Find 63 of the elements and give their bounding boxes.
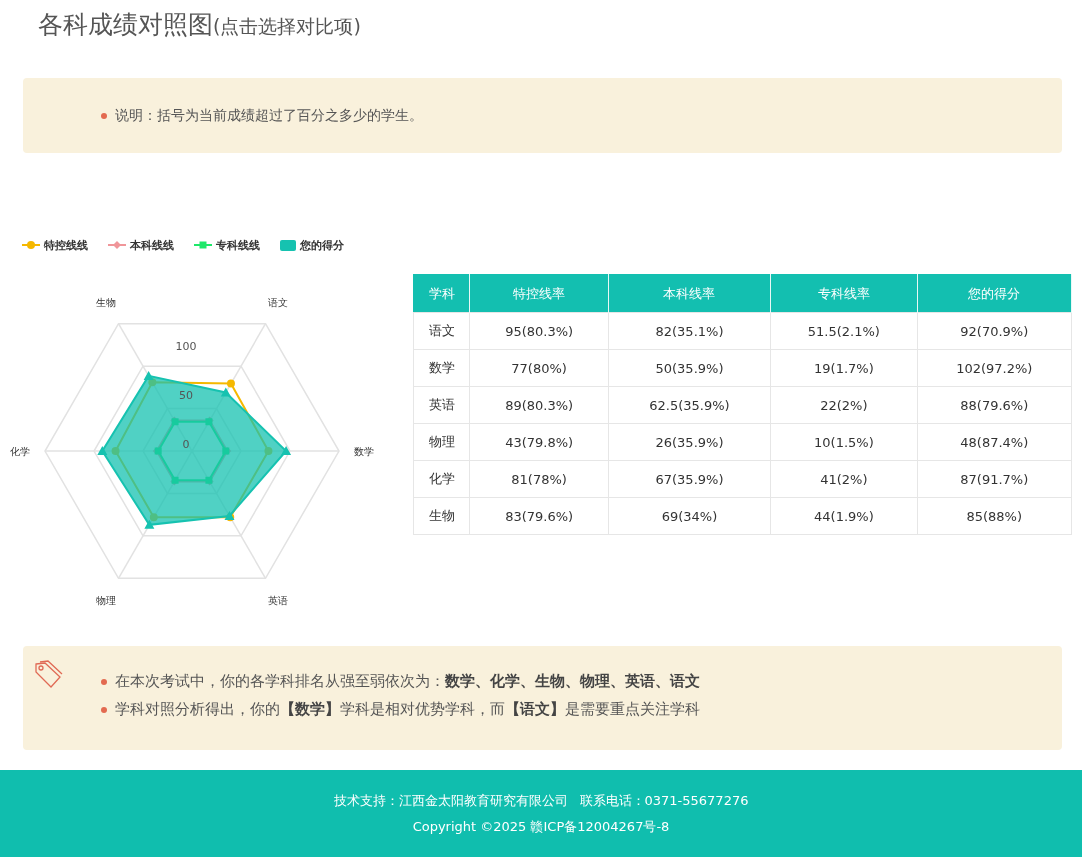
axis-label: 物理: [96, 594, 116, 606]
table-cell: 87(91.7%): [917, 460, 1072, 498]
table-cell: 10(1.5%): [770, 423, 918, 461]
table-cell: 81(78%): [470, 460, 609, 498]
table-cell: 41(2%): [770, 460, 918, 498]
tag-icon: [33, 660, 63, 690]
support-text: 技术支持：江西金太阳教育研究有限公司: [333, 791, 568, 810]
table-cell: 43(79.8%): [470, 423, 609, 461]
column-header: 本科线率: [608, 274, 771, 313]
table-cell: 82(35.1%): [608, 312, 771, 350]
table-cell: 67(35.9%): [608, 460, 771, 498]
tick-label: 100: [175, 340, 197, 353]
legend-line-icon[interactable]: [22, 240, 40, 250]
copyright-text: Copyright ©2025 赣ICP备12004267号-8: [412, 817, 670, 836]
bullet-icon: [101, 678, 107, 685]
column-header: 专科线率: [770, 274, 918, 313]
legend-label[interactable]: 您的得分: [300, 237, 344, 253]
table-cell: 92(70.9%): [917, 312, 1072, 350]
column-header: 特控线率: [470, 274, 609, 313]
axis-label: 语文: [268, 297, 288, 309]
table-cell: 89(80.3%): [470, 386, 609, 424]
table-cell: 51.5(2.1%): [770, 312, 918, 350]
table-cell: 生物: [413, 497, 470, 535]
table-cell: 26(35.9%): [608, 423, 771, 461]
table-cell: 数学: [413, 349, 470, 387]
summary-text: 学科对照分析得出，你的【数学】学科是相对优势学科，而【语文】是需要重点关注学科: [115, 700, 700, 719]
legend-label[interactable]: 本科线线: [130, 237, 174, 253]
legend-label[interactable]: 专科线线: [216, 237, 260, 253]
legend-label[interactable]: 特控线线: [44, 237, 88, 253]
tick-label: 50: [179, 389, 193, 402]
axis-label: 英语: [268, 594, 288, 606]
column-header: 您的得分: [917, 274, 1072, 313]
table-cell: 62.5(35.9%): [608, 386, 771, 424]
legend-swatch[interactable]: [280, 239, 296, 251]
table-cell: 物理: [413, 423, 470, 461]
table-cell: 95(80.3%): [470, 312, 609, 350]
axis-label: 数学: [354, 446, 374, 457]
legend-line-icon[interactable]: [108, 240, 126, 250]
table-cell: 44(1.9%): [770, 497, 918, 535]
table-cell: 48(87.4%): [917, 423, 1072, 461]
table-cell: 19(1.7%): [770, 349, 918, 387]
table-cell: 语文: [413, 312, 470, 350]
summary-text: 在本次考试中，你的各学科排名从强至弱依次为：数学、化学、生物、物理、英语、语文: [115, 672, 700, 691]
table-cell: 化学: [413, 460, 470, 498]
column-header: 学科: [413, 274, 470, 313]
axis-label: 生物: [96, 297, 116, 309]
bullet-icon: [101, 706, 107, 713]
table-cell: 英语: [413, 386, 470, 424]
table-cell: 50(35.9%): [608, 349, 771, 387]
note-text: 说明：括号为当前成绩超过了百分之多少的学生。: [115, 106, 423, 125]
page-title: 各科成绩对照图: [38, 9, 213, 41]
table-cell: 69(34%): [608, 497, 771, 535]
table-cell: 22(2%): [770, 386, 918, 424]
axis-label: 化学: [10, 446, 30, 457]
table-cell: 77(80%): [470, 349, 609, 387]
page-subtitle[interactable]: (点击选择对比项): [213, 14, 361, 40]
table-cell: 85(88%): [917, 497, 1072, 535]
table-cell: 102(97.2%): [917, 349, 1072, 387]
bullet-icon: [101, 112, 107, 119]
phone-text: 联系电话：0371-55677276: [579, 791, 749, 810]
table-cell: 88(79.6%): [917, 386, 1072, 424]
table-cell: 83(79.6%): [470, 497, 609, 535]
legend-line-icon[interactable]: [194, 240, 212, 250]
